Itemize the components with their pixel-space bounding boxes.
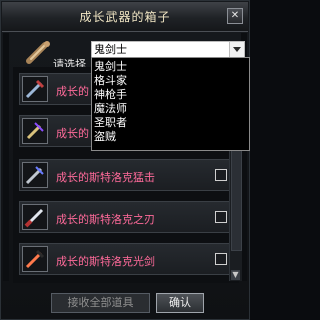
sword-icon (22, 204, 48, 230)
item-name: 成长的斯特洛克之刃 (56, 213, 155, 226)
job-dropdown-list: 鬼剑士 格斗家 神枪手 魔法师 圣职者 盗贼 (91, 57, 250, 151)
sword-icon (22, 118, 48, 144)
sword-icon (22, 246, 48, 272)
dropdown-option[interactable]: 神枪手 (94, 88, 127, 102)
receive-all-items-button[interactable]: 接收全部道具 (51, 293, 150, 313)
scroll-down-button[interactable]: ▼ (231, 270, 240, 280)
list-item[interactable]: 成长的斯特洛克之刃 (19, 201, 234, 233)
close-button[interactable]: ✕ (227, 8, 243, 24)
confirm-button[interactable]: 确认 (156, 293, 204, 313)
dropdown-option[interactable]: 魔法师 (94, 102, 127, 116)
item-name: 成长的 (56, 85, 89, 98)
dropdown-option[interactable]: 鬼剑士 (94, 60, 127, 74)
chevron-down-icon[interactable] (229, 42, 244, 57)
item-name: 成长的斯特洛克猛击 (56, 171, 155, 184)
item-checkbox[interactable] (215, 253, 227, 265)
window-title: 成长武器的箱子 (79, 10, 171, 24)
scrollbar-thumb[interactable] (231, 139, 242, 251)
title-bar[interactable]: 成长武器的箱子 ✕ (2, 2, 248, 32)
list-item[interactable]: 成长的斯特洛克光剑 (19, 243, 234, 275)
job-select-dropdown[interactable]: 鬼剑士 (91, 41, 245, 58)
item-checkbox[interactable] (215, 211, 227, 223)
sword-icon (22, 76, 48, 102)
item-name: 成长的 (56, 127, 89, 140)
job-select-value: 鬼剑士 (94, 43, 127, 56)
dropdown-option[interactable]: 圣职者 (94, 116, 127, 130)
item-name: 成长的斯特洛克光剑 (56, 255, 155, 268)
dropdown-option[interactable]: 盗贼 (94, 130, 116, 144)
sword-icon (22, 162, 48, 188)
window-frame-left (3, 33, 9, 281)
dropdown-option[interactable]: 格斗家 (94, 74, 127, 88)
list-item[interactable]: 成长的斯特洛克猛击 (19, 159, 234, 191)
growth-weapon-box-window: 成长武器的箱子 ✕ 请选择 鬼剑士 成长的 成长的 成长的斯特洛克猛击 成长的斯… (0, 0, 250, 320)
item-checkbox[interactable] (215, 169, 227, 181)
